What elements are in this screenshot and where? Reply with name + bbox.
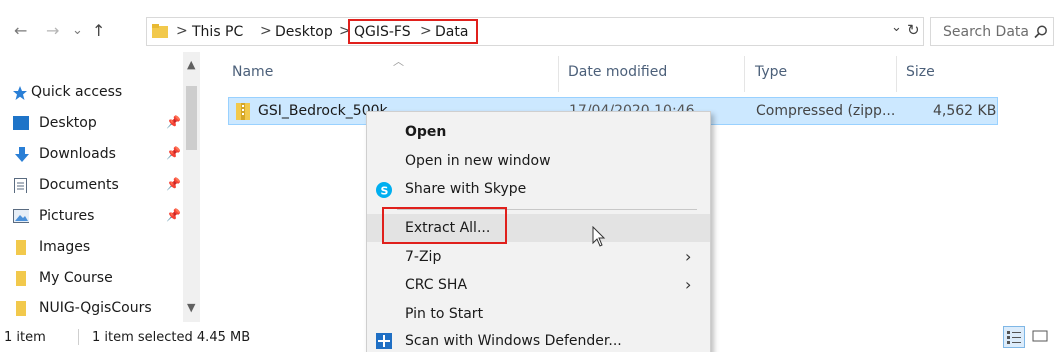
sidebar-item-images[interactable]: Images: [0, 233, 182, 263]
menu-item-crc-sha[interactable]: CRC SHA ›: [367, 271, 710, 299]
pin-icon: 📌: [166, 115, 181, 129]
menu-item-label: Share with Skype: [405, 181, 527, 197]
sidebar-item-nuig-qgiscourse[interactable]: NUIG-QgisCours: [0, 294, 182, 324]
zip-folder-icon: [236, 103, 250, 120]
scroll-up-icon[interactable]: ▲: [187, 58, 195, 71]
breadcrumb-desktop[interactable]: Desktop: [275, 24, 333, 40]
address-dropdown-button[interactable]: ⌄: [891, 20, 902, 35]
refresh-button[interactable]: ↻: [907, 21, 920, 39]
file-size: 4,562 KB: [933, 103, 997, 119]
nav-pane-scrollbar[interactable]: ▲ ▼: [183, 52, 200, 322]
star-icon: [13, 86, 27, 100]
large-icons-view-button[interactable]: [1030, 326, 1052, 348]
skype-icon: S: [376, 182, 392, 198]
sidebar-item-label: Images: [39, 239, 91, 255]
mouse-cursor-icon: [592, 226, 606, 247]
column-divider[interactable]: [744, 56, 745, 92]
pin-icon: 📌: [166, 208, 181, 222]
context-menu: Open Open in new window S Share with Sky…: [366, 111, 711, 352]
scroll-down-icon[interactable]: ▼: [187, 301, 195, 314]
navigation-pane: Quick access Desktop 📌 Downloads 📌 Docum…: [0, 52, 200, 322]
address-bar[interactable]: > This PC > Desktop > QGIS-FS > Data ⌄ ↻: [146, 17, 924, 46]
status-selection: 1 item selected 4.45 MB: [92, 330, 251, 345]
documents-icon: [14, 178, 27, 193]
breadcrumb-this-pc[interactable]: This PC: [192, 24, 243, 40]
column-header-date-modified[interactable]: Date modified: [568, 64, 667, 80]
sidebar-item-label: Documents: [39, 177, 119, 193]
sort-caret-icon: ︿: [393, 55, 404, 68]
sidebar-item-label: Desktop: [39, 115, 97, 131]
large-icons-view-icon: [1032, 330, 1048, 342]
forward-button[interactable]: →: [46, 23, 59, 39]
sidebar-item-label: Pictures: [39, 208, 95, 224]
folder-icon: [16, 301, 26, 316]
column-divider[interactable]: [896, 56, 897, 92]
details-view-icon: [1007, 331, 1021, 344]
sidebar-item-label: My Course: [39, 270, 113, 286]
breadcrumb-separator: >: [176, 23, 188, 39]
menu-item-label: Open in new window: [405, 153, 551, 169]
breadcrumb-separator: >: [260, 23, 272, 39]
file-type: Compressed (zipp...: [756, 103, 896, 119]
menu-item-7-zip[interactable]: 7-Zip ›: [367, 243, 710, 271]
status-divider: [78, 329, 79, 345]
column-header-type[interactable]: Type: [755, 64, 787, 80]
status-item-count: 1 item: [4, 330, 46, 345]
menu-item-pin-to-start[interactable]: Pin to Start: [367, 300, 710, 328]
sidebar-item-documents[interactable]: Documents 📌: [0, 171, 182, 201]
up-button[interactable]: ↑: [92, 23, 105, 39]
search-box[interactable]: Search Data: [930, 17, 1054, 46]
menu-item-label: CRC SHA: [405, 277, 468, 293]
breadcrumb-highlight: [348, 19, 478, 44]
sidebar-item-label: Downloads: [39, 146, 116, 162]
menu-item-scan-with-defender[interactable]: Scan with Windows Defender...: [367, 327, 710, 352]
menu-item-open-in-new-window[interactable]: Open in new window: [367, 147, 710, 175]
scrollbar-thumb[interactable]: [186, 86, 197, 150]
sidebar-item-pictures[interactable]: Pictures 📌: [0, 202, 182, 232]
menu-item-label: Pin to Start: [405, 306, 484, 322]
menu-item-open[interactable]: Open: [367, 118, 710, 146]
sidebar-item-label: Quick access: [31, 84, 123, 100]
submenu-arrow-icon: ›: [685, 247, 692, 266]
navigation-bar: ← → ⌄ ↑ > This PC > Desktop > QGIS-FS > …: [0, 0, 1054, 52]
desktop-icon: [13, 116, 29, 130]
recent-locations-button[interactable]: ⌄: [72, 23, 83, 39]
column-header-name[interactable]: Name: [232, 64, 273, 80]
folder-icon: [152, 24, 168, 38]
folder-icon: [16, 271, 26, 286]
column-header-size[interactable]: Size: [906, 64, 935, 80]
search-placeholder: Search Data: [943, 24, 1029, 40]
submenu-arrow-icon: ›: [685, 275, 692, 294]
menu-item-label: Open: [405, 124, 447, 140]
back-button[interactable]: ←: [14, 23, 27, 39]
shield-icon: [376, 333, 392, 349]
download-icon: [15, 147, 29, 162]
sidebar-item-downloads[interactable]: Downloads 📌: [0, 140, 182, 170]
pictures-icon: [13, 209, 29, 223]
svg-text:S: S: [381, 185, 389, 198]
extract-all-highlight: [382, 207, 507, 244]
pin-icon: 📌: [166, 177, 181, 191]
menu-item-label: 7-Zip: [405, 249, 442, 265]
search-icon: [1034, 25, 1047, 39]
folder-icon: [16, 240, 26, 255]
sidebar-item-my-course[interactable]: My Course: [0, 264, 182, 294]
sidebar-item-desktop[interactable]: Desktop 📌: [0, 109, 182, 139]
pin-icon: 📌: [166, 146, 181, 160]
column-divider[interactable]: [558, 56, 559, 92]
sidebar-item-label: NUIG-QgisCours: [39, 300, 152, 316]
menu-item-label: Scan with Windows Defender...: [405, 333, 622, 349]
menu-item-share-with-skype[interactable]: S Share with Skype: [367, 175, 710, 203]
sidebar-quick-access[interactable]: Quick access: [0, 80, 182, 110]
details-view-button[interactable]: [1003, 326, 1025, 348]
